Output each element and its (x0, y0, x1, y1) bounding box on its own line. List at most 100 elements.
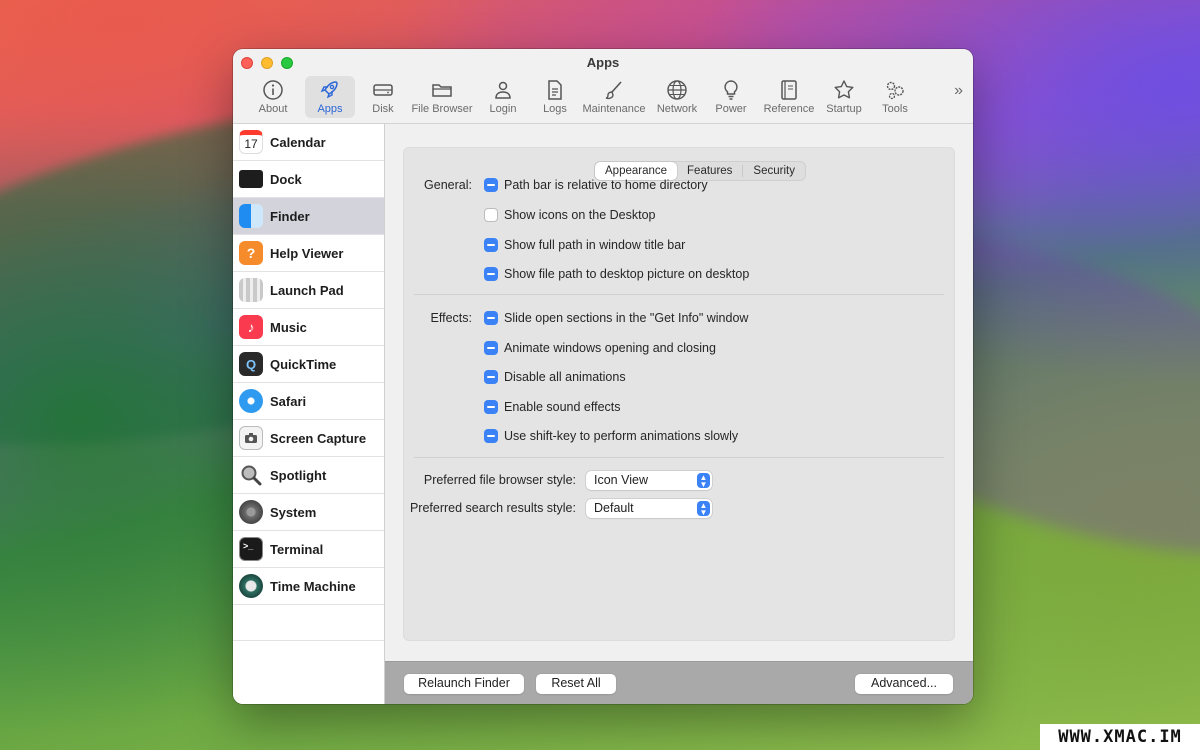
launchpad-icon (239, 278, 263, 302)
shift-key-checkbox[interactable] (484, 429, 498, 443)
path-bar-label: Path bar is relative to home directory (504, 178, 708, 192)
tab-security[interactable]: Security (743, 162, 805, 180)
toolbar-file-browser[interactable]: File Browser (409, 76, 475, 118)
sidebar-item-screen-capture[interactable]: Screen Capture (233, 420, 384, 457)
chevron-updown-icon: ▲ ▼ (697, 472, 710, 488)
general-label: General: (424, 178, 472, 192)
gears-icon (886, 81, 904, 100)
help-icon: ? (239, 241, 263, 265)
effects-option-5: Use shift-key to perform animations slow… (404, 427, 738, 445)
path-bar-checkbox[interactable] (484, 178, 498, 192)
folder-icon (432, 84, 452, 97)
sidebar-item-terminal[interactable]: >_ Terminal (233, 531, 384, 568)
show-icons-label: Show icons on the Desktop (504, 208, 656, 222)
sidebar-item-launch-pad[interactable]: Launch Pad (233, 272, 384, 309)
toolbar-power[interactable]: Power (707, 76, 755, 118)
divider (414, 457, 944, 458)
full-path-label: Show full path in window title bar (504, 238, 686, 252)
sidebar-item-safari[interactable]: Safari (233, 383, 384, 420)
sidebar-item-music[interactable]: ♪ Music (233, 309, 384, 346)
toolbar-startup[interactable]: Startup (819, 76, 869, 118)
file-browser-style-row: Preferred file browser style: Icon View … (404, 470, 712, 490)
desktop-path-label: Show file path to desktop picture on des… (504, 267, 750, 281)
toolbar-maintenance[interactable]: Maintenance (581, 76, 647, 118)
dock-icon (239, 170, 263, 188)
sidebar-item-finder[interactable]: Finder (233, 198, 384, 235)
sidebar: 17 Calendar Dock Finder ? Help Viewer La… (233, 124, 385, 704)
quicktime-icon: Q (239, 352, 263, 376)
file-browser-style-label: Preferred file browser style: (423, 473, 576, 487)
sidebar-item-calendar[interactable]: 17 Calendar (233, 124, 384, 161)
toolbar-logs[interactable]: Logs (531, 76, 579, 118)
general-option-1: General: Path bar is relative to home di… (404, 176, 708, 194)
divider (414, 294, 944, 295)
disk-icon (373, 84, 393, 96)
animate-windows-checkbox[interactable] (484, 341, 498, 355)
sidebar-item-help-viewer[interactable]: ? Help Viewer (233, 235, 384, 272)
star-icon (834, 80, 854, 99)
sound-effects-checkbox[interactable] (484, 400, 498, 414)
search-style-row: Preferred search results style: Default … (404, 498, 712, 518)
desktop-path-checkbox[interactable] (484, 267, 498, 281)
safari-icon (239, 389, 263, 413)
toolbar-login[interactable]: Login (479, 76, 527, 118)
effects-option-4: Enable sound effects (404, 398, 621, 416)
general-option-2: Show icons on the Desktop (404, 206, 655, 224)
sidebar-item-spotlight[interactable]: Spotlight (233, 457, 384, 494)
sound-effects-label: Enable sound effects (504, 400, 621, 414)
effects-option-3: Disable all animations (404, 368, 626, 386)
main-content: Appearance Features Security General: Pa… (385, 124, 973, 661)
sidebar-item-dock[interactable]: Dock (233, 161, 384, 198)
effects-option-1: Effects: Slide open sections in the "Get… (404, 309, 748, 327)
calendar-icon: 17 (239, 130, 263, 154)
shift-key-label: Use shift-key to perform animations slow… (504, 429, 739, 443)
chevron-updown-icon: ▲ ▼ (697, 500, 710, 516)
document-icon (548, 80, 562, 100)
app-window: Apps About Apps Disk File Browser Login (233, 49, 973, 704)
general-option-4: Show file path to desktop picture on des… (404, 265, 749, 283)
effects-label: Effects: (430, 311, 472, 325)
toolbar-tools[interactable]: Tools (871, 76, 919, 118)
lightbulb-icon (724, 80, 738, 100)
disable-animations-checkbox[interactable] (484, 370, 498, 384)
sidebar-item-system[interactable]: System (233, 494, 384, 531)
search-style-select[interactable]: Default ▲ ▼ (586, 498, 712, 518)
terminal-icon: >_ (239, 537, 263, 561)
toolbar: About Apps Disk File Browser Login Logs (241, 76, 973, 118)
music-icon: ♪ (239, 315, 263, 339)
toolbar-about[interactable]: About (249, 76, 297, 118)
toolbar-reference[interactable]: Reference (757, 76, 821, 118)
slide-open-checkbox[interactable] (484, 311, 498, 325)
brush-icon (605, 81, 622, 100)
book-icon (781, 80, 797, 100)
disable-animations-label: Disable all animations (504, 370, 626, 384)
magnifier-icon (239, 463, 263, 487)
toolbar-network[interactable]: Network (651, 76, 703, 118)
file-browser-style-select[interactable]: Icon View ▲ ▼ (586, 470, 712, 490)
person-icon (495, 81, 511, 99)
sidebar-item-quicktime[interactable]: Q QuickTime (233, 346, 384, 383)
footer-bar: Relaunch Finder Reset All Advanced... (385, 661, 973, 704)
reset-all-button[interactable]: Reset All (536, 674, 616, 694)
info-icon (263, 80, 283, 100)
toolbar-overflow-icon[interactable]: » (954, 82, 963, 100)
rocket-icon (320, 81, 338, 99)
full-path-checkbox[interactable] (484, 238, 498, 252)
search-style-label: Preferred search results style: (409, 501, 576, 515)
general-option-3: Show full path in window title bar (404, 236, 685, 254)
window-title: Apps (586, 55, 620, 70)
show-icons-checkbox[interactable] (484, 208, 498, 222)
watermark: WWW.XMAC.IM (1040, 724, 1200, 750)
settings-panel: Appearance Features Security General: Pa… (403, 147, 955, 641)
advanced-button[interactable]: Advanced... (855, 674, 953, 694)
titlebar: Apps About Apps Disk File Browser Login (233, 49, 973, 124)
system-icon (239, 500, 263, 524)
sidebar-empty-row (233, 605, 384, 641)
relaunch-finder-button[interactable]: Relaunch Finder (404, 674, 524, 694)
globe-icon (667, 80, 687, 100)
toolbar-disk[interactable]: Disk (359, 76, 407, 118)
finder-icon (239, 204, 263, 228)
sidebar-item-time-machine[interactable]: Time Machine (233, 568, 384, 605)
slide-open-label: Slide open sections in the "Get Info" wi… (504, 311, 749, 325)
toolbar-apps[interactable]: Apps (305, 76, 355, 118)
